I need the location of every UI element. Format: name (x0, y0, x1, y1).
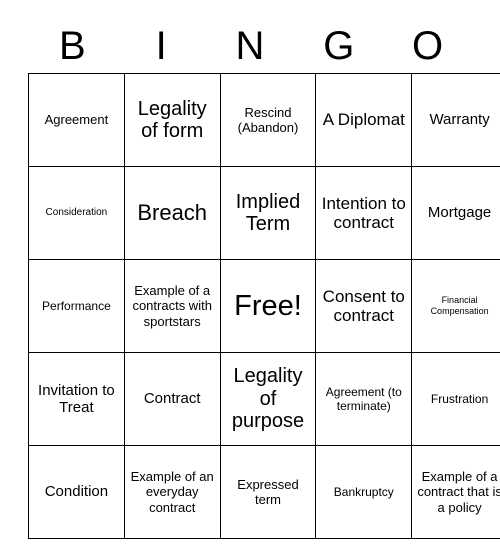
bingo-cell[interactable]: Consideration (28, 166, 125, 260)
bingo-cell[interactable]: Expressed term (219, 445, 317, 539)
bingo-cell-label: Frustration (430, 391, 489, 406)
header-letter-o: O (412, 23, 444, 68)
bingo-cell-label: Performance (42, 298, 111, 313)
bingo-cell[interactable]: Performance (28, 259, 125, 353)
bingo-cell-label: A Diplomat (322, 110, 405, 130)
header-letter-g: G (323, 23, 355, 68)
bingo-cell[interactable]: Breach (123, 166, 221, 260)
bingo-cell-label: Implied Term (235, 190, 301, 235)
bingo-row: Consideration Breach Implied Term Intent… (28, 166, 500, 260)
bingo-row: Invitation to Treat Contract Legality of… (28, 352, 500, 446)
bingo-cell[interactable]: Condition (28, 445, 125, 539)
bingo-row: Performance Example of a contracts with … (28, 259, 500, 353)
bingo-cell-label: Intention to contract (321, 193, 406, 232)
bingo-cell-label: Example of a contracts with sportstars (132, 283, 212, 329)
bingo-cell-label: Bankruptcy (333, 484, 394, 499)
bingo-cell[interactable]: Mortgage (411, 166, 500, 260)
bingo-header: B I N G O (28, 18, 472, 73)
bingo-cell[interactable]: Frustration (411, 352, 500, 446)
bingo-cell-label: Mortgage (427, 204, 492, 222)
bingo-cell[interactable]: Intention to contract (315, 166, 413, 260)
header-letter-i: I (155, 23, 167, 68)
bingo-cell[interactable]: Agreement (to terminate) (315, 352, 413, 446)
bingo-cell-label: Invitation to Treat (38, 381, 115, 416)
bingo-cell[interactable]: Invitation to Treat (28, 352, 125, 446)
bingo-cell-free[interactable]: Free! (219, 259, 317, 353)
bingo-cell[interactable]: Rescind (Abandon) (219, 73, 317, 167)
bingo-cell[interactable]: A Diplomat (315, 73, 413, 167)
bingo-cell[interactable]: Financial Compensation (411, 259, 500, 353)
bingo-cell-label: Breach (137, 199, 208, 225)
bingo-cell-label: Expressed term (237, 476, 299, 507)
bingo-cell-label: Consent to contract (322, 286, 405, 325)
bingo-cell-label: Example of an everyday contract (130, 469, 214, 515)
bingo-cell-label: Contract (143, 390, 201, 408)
bingo-row: Condition Example of an everyday contrac… (28, 445, 500, 539)
bingo-cell[interactable]: Warranty (411, 73, 500, 167)
bingo-cell-label: Legality of form (137, 97, 207, 142)
bingo-row: Agreement Legality of form Rescind (Aban… (28, 73, 500, 167)
bingo-cell-label: Rescind (Abandon) (237, 104, 299, 135)
bingo-cell[interactable]: Example of a contract that is a policy (411, 445, 500, 539)
bingo-cell[interactable]: Bankruptcy (315, 445, 413, 539)
bingo-cell[interactable]: Legality of purpose (219, 352, 317, 446)
bingo-cell-label: Agreement (44, 112, 109, 128)
bingo-cell[interactable]: Example of an everyday contract (123, 445, 221, 539)
bingo-cell-label: Condition (44, 483, 109, 501)
bingo-cell[interactable]: Example of a contracts with sportstars (123, 259, 221, 353)
bingo-cell-label: Consideration (45, 207, 108, 218)
bingo-grid: Agreement Legality of form Rescind (Aban… (28, 73, 500, 539)
header-letter-b: B (59, 23, 86, 68)
bingo-cell[interactable]: Legality of form (123, 73, 221, 167)
bingo-cell-label: Financial Compensation (430, 295, 489, 316)
bingo-cell[interactable]: Agreement (28, 73, 125, 167)
bingo-cell-label: Agreement (to terminate) (325, 384, 402, 413)
bingo-cell[interactable]: Consent to contract (315, 259, 413, 353)
bingo-free-label: Free! (234, 289, 302, 322)
bingo-cell-label: Example of a contract that is a policy (417, 469, 500, 515)
bingo-cell[interactable]: Implied Term (219, 166, 317, 260)
bingo-cell-label: Legality of purpose (231, 365, 305, 433)
bingo-card: B I N G O Agreement Legality of form Res… (28, 18, 500, 539)
bingo-cell[interactable]: Contract (123, 352, 221, 446)
header-letter-n: N (235, 23, 265, 68)
bingo-cell-label: Warranty (429, 111, 490, 129)
